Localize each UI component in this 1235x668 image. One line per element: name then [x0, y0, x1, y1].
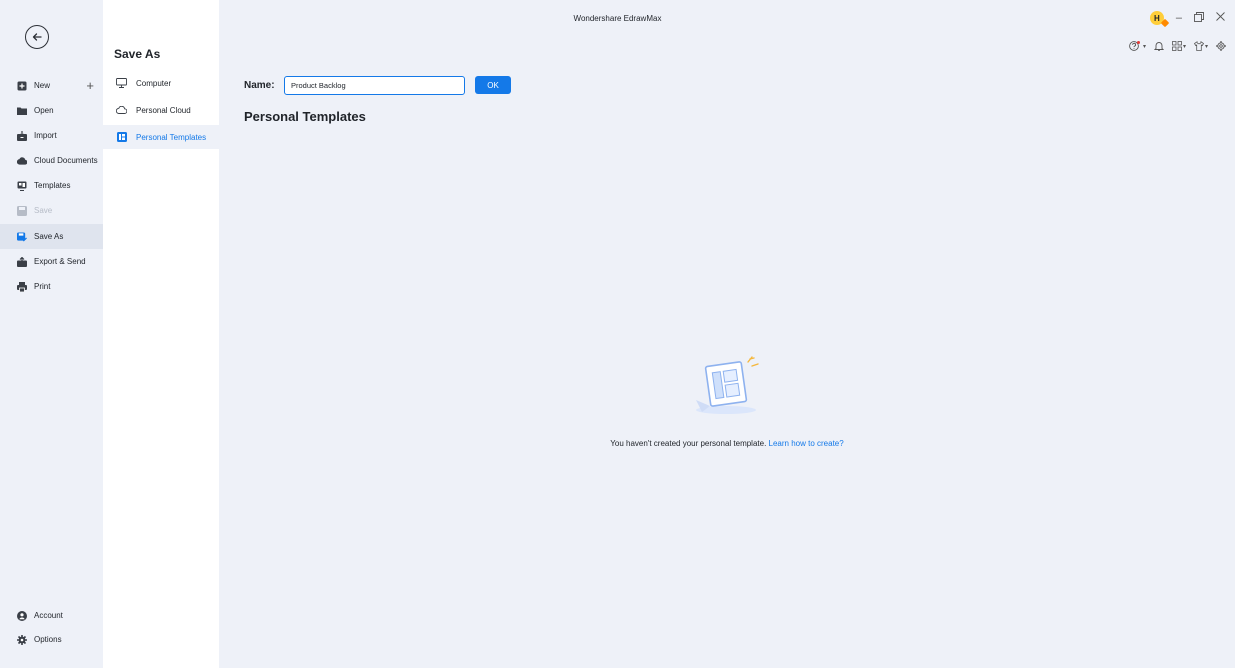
name-label: Name: — [244, 80, 275, 91]
saveas-item-computer[interactable]: Computer — [103, 71, 219, 95]
nav-item-open[interactable]: Open — [0, 98, 103, 123]
nav-label-import: Import — [34, 131, 57, 140]
nav-label-new: New — [34, 81, 51, 90]
gear-icon — [17, 634, 27, 645]
bell-button[interactable] — [1153, 41, 1164, 51]
premium-badge-icon — [1160, 18, 1170, 28]
save-as-icon — [17, 231, 27, 242]
nav-label-save-as: Save As — [34, 232, 64, 241]
saveas-label-personal-cloud: Personal Cloud — [136, 105, 191, 115]
empty-message: You haven't created your personal templa… — [610, 439, 767, 448]
nav-item-print[interactable]: Print — [0, 274, 103, 299]
help-button[interactable]: ▾ — [1129, 40, 1146, 51]
save-as-title: Save As — [114, 47, 161, 61]
grid-icon — [1172, 41, 1182, 51]
folder-icon — [17, 106, 27, 116]
window-controls: H – — [1149, 11, 1225, 28]
chevron-down-icon: ▾ — [1142, 43, 1146, 50]
monitor-icon — [116, 78, 127, 88]
empty-state-text: You haven't created your personal templa… — [219, 439, 1235, 448]
chevron-down-icon: ▾ — [1204, 43, 1208, 50]
name-input[interactable] — [284, 76, 465, 95]
templates-icon — [17, 181, 27, 191]
nav-item-import[interactable]: Import — [0, 123, 103, 148]
nav-item-cloud-documents[interactable]: Cloud Documents — [0, 148, 103, 173]
nav-label-save: Save — [34, 206, 53, 215]
ok-button[interactable]: OK — [475, 76, 511, 94]
chevron-down-icon: ▾ — [1182, 43, 1186, 50]
nav-item-account[interactable]: Account — [0, 603, 103, 628]
nav-item-export-send[interactable]: Export & Send — [0, 249, 103, 274]
new-plus-icon[interactable]: + — [86, 78, 94, 93]
nav-item-save-as[interactable]: Save As — [0, 224, 103, 249]
bell-icon — [1153, 42, 1164, 51]
apps-button[interactable]: ▾ — [1172, 41, 1186, 51]
shirt-icon — [1193, 41, 1204, 51]
cloud-icon — [17, 156, 27, 166]
left-nav: New + Open Import Cloud Documents Templa… — [0, 0, 103, 668]
cloud-outline-icon — [116, 105, 127, 115]
nav-label-cloud-documents: Cloud Documents — [34, 156, 98, 165]
saveas-label-computer: Computer — [136, 78, 172, 88]
save-as-panel: Save As Computer Personal Cloud Personal… — [103, 0, 219, 668]
nav-label-open: Open — [34, 106, 54, 115]
close-icon[interactable] — [1216, 12, 1225, 24]
new-icon — [17, 81, 27, 91]
nav-label-export-send: Export & Send — [34, 257, 86, 266]
saveas-item-personal-templates[interactable]: Personal Templates — [103, 125, 219, 149]
settings-gear-icon — [1216, 41, 1226, 51]
nav-label-options: Options — [34, 635, 62, 644]
back-button[interactable] — [25, 25, 49, 49]
saveas-label-personal-templates: Personal Templates — [136, 132, 207, 142]
export-icon — [17, 256, 27, 267]
nav-label-print: Print — [34, 282, 51, 291]
arrow-left-icon — [32, 33, 42, 41]
nav-item-templates[interactable]: Templates — [0, 173, 103, 198]
nav-item-new[interactable]: New + — [0, 73, 103, 98]
nav-item-options[interactable]: Options — [0, 627, 103, 652]
settings-button[interactable] — [1216, 41, 1226, 51]
learn-how-link[interactable]: Learn how to create? — [769, 439, 844, 448]
restore-icon[interactable] — [1194, 11, 1204, 25]
section-title: Personal Templates — [244, 109, 366, 124]
empty-template-illustration-icon — [696, 356, 759, 414]
import-icon — [17, 130, 27, 141]
nav-item-save[interactable]: Save — [0, 198, 103, 223]
theme-button[interactable]: ▾ — [1193, 41, 1208, 51]
template-icon — [116, 132, 127, 142]
notification-dot — [1136, 40, 1140, 44]
minimize-icon[interactable]: – — [1176, 12, 1182, 24]
nav-label-account: Account — [34, 611, 63, 620]
print-icon — [17, 281, 27, 292]
save-icon — [17, 205, 27, 216]
top-toolbar: ▾ ▾ ▾ — [1129, 40, 1226, 51]
saveas-item-personal-cloud[interactable]: Personal Cloud — [103, 98, 219, 122]
avatar-initial: H — [1153, 13, 1160, 23]
nav-label-templates: Templates — [34, 181, 71, 190]
account-icon — [17, 610, 27, 621]
avatar[interactable]: H — [1149, 11, 1170, 28]
